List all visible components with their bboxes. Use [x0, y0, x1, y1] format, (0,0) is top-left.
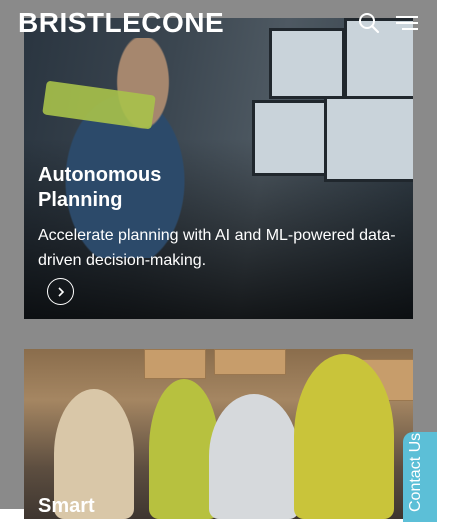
warehouse-box	[214, 349, 286, 375]
card-link-button[interactable]	[47, 278, 74, 305]
person-figure	[209, 394, 299, 519]
solution-card-autonomous-planning[interactable]: Autonomous Planning Accelerate planning …	[24, 18, 413, 319]
menu-button[interactable]	[396, 14, 420, 32]
search-button[interactable]	[358, 12, 380, 34]
warehouse-box	[144, 349, 206, 379]
card-title: Autonomous Planning	[38, 163, 288, 213]
person-figure	[294, 354, 394, 519]
contact-us-label: Contact Us	[407, 432, 424, 512]
site-logo[interactable]: BRISTLECONE	[18, 7, 224, 39]
card-title-line1: Autonomous	[38, 164, 162, 186]
monitor-image	[324, 96, 413, 182]
hamburger-menu-icon	[396, 16, 418, 30]
chevron-right-icon	[57, 286, 64, 297]
card-title-line2: Planning	[38, 189, 123, 211]
card-description: Accelerate planning with AI and ML-power…	[38, 227, 396, 269]
search-icon	[359, 13, 380, 34]
site-header: BRISTLECONE	[0, 0, 437, 48]
solution-card-smart[interactable]: Smart	[24, 349, 413, 519]
card-title: Smart	[38, 495, 95, 517]
